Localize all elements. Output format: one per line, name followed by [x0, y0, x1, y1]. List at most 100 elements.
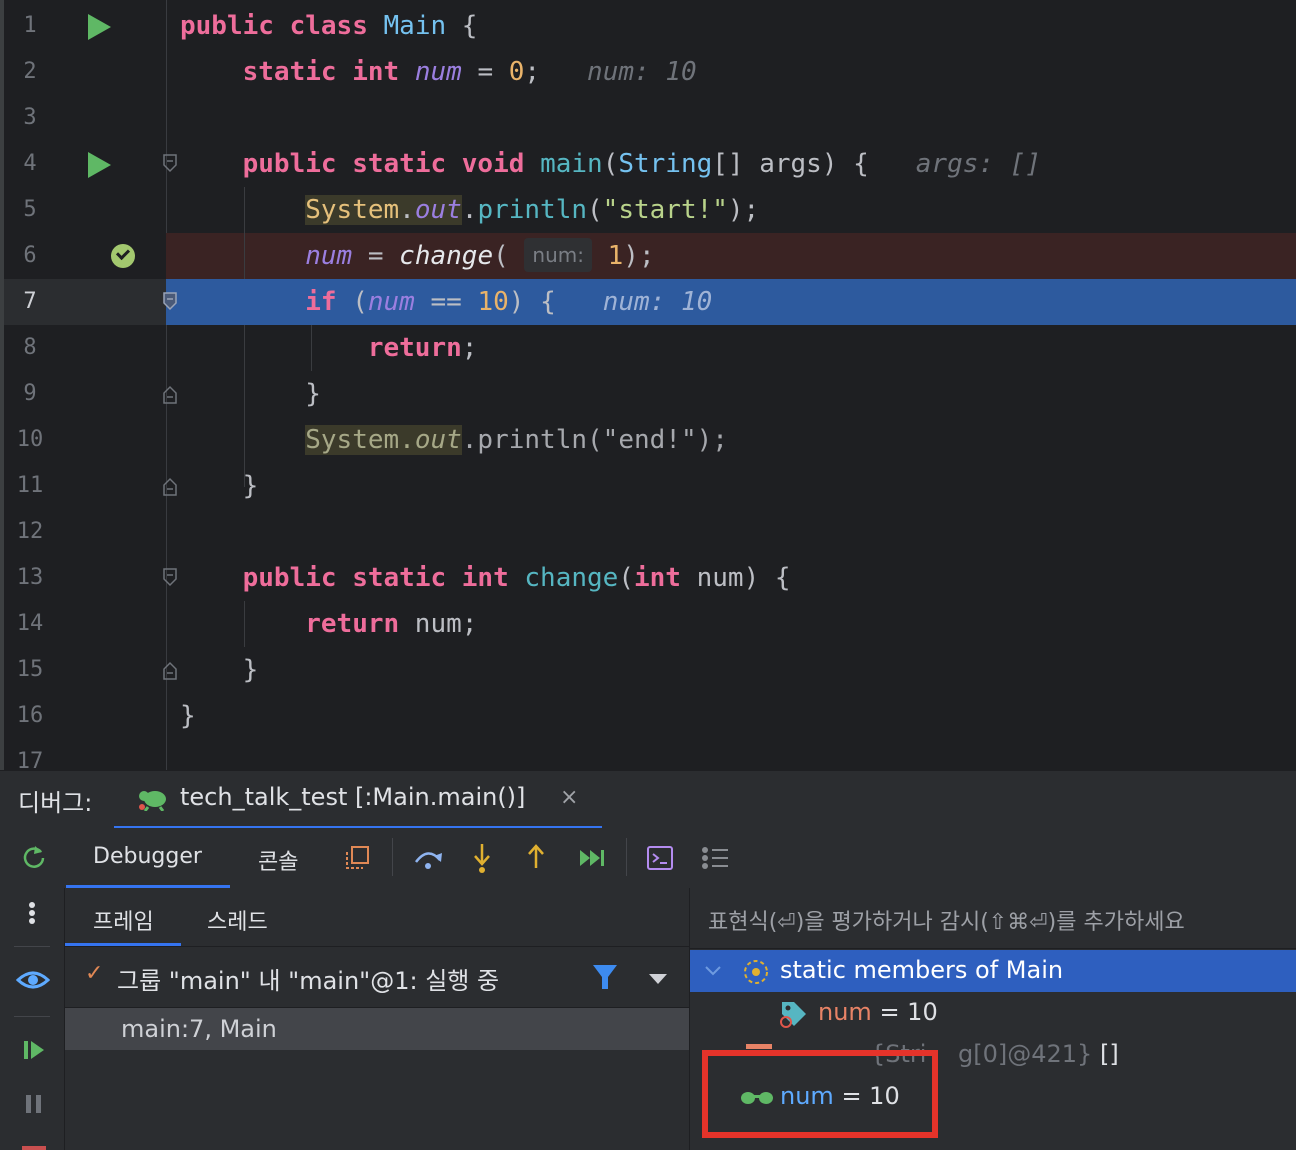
code-editor[interactable]: 1 public class Main { 2 static int num =…: [0, 0, 1296, 770]
code-line-14[interactable]: 14 return num;: [0, 601, 1296, 647]
tab-debugger[interactable]: Debugger: [66, 828, 230, 888]
debug-session-tab[interactable]: tech_talk_test [:Main.main()] ×: [114, 771, 602, 829]
run-icon[interactable]: [88, 152, 111, 178]
indent-guide: [244, 325, 245, 487]
step-over-icon[interactable]: [412, 844, 444, 872]
gutter[interactable]: 17: [4, 739, 166, 770]
args-value-partial-2: g[0]@421} []: [958, 1040, 1119, 1068]
show-execution-point-icon[interactable]: [344, 844, 372, 872]
more-options-icon[interactable]: [24, 900, 40, 928]
args-value-fragment-2: g[0]@421}: [958, 1040, 1093, 1068]
tab-console[interactable]: 콘솔: [258, 844, 298, 876]
stop-icon[interactable]: [22, 1146, 46, 1150]
code-line-12[interactable]: 12: [0, 509, 1296, 555]
gutter[interactable]: 5: [4, 187, 166, 233]
layout-settings-icon[interactable]: [700, 844, 730, 872]
parameter-hint: num:: [524, 238, 592, 272]
inline-value-hint: num: 10: [587, 57, 697, 87]
code-line-9[interactable]: 9 }: [0, 371, 1296, 417]
evaluate-expression-field[interactable]: 표현식(⏎)을 평가하거나 감시(⇧⌘⏎)를 추가하세요: [690, 888, 1296, 949]
fold-open-icon[interactable]: [162, 153, 178, 175]
code-line-2[interactable]: 2 static int num = 0; num: 10: [0, 49, 1296, 95]
gutter[interactable]: 14: [4, 601, 166, 647]
indent-guide: [311, 325, 312, 371]
code-line-17[interactable]: 17: [0, 739, 1296, 770]
tree-row-static-num[interactable]: num = 10: [690, 992, 1296, 1034]
gutter[interactable]: 4: [4, 141, 177, 187]
line-number: 13: [16, 565, 44, 590]
code-line-4[interactable]: 4 public static void main(String[] args)…: [0, 141, 1296, 187]
indent-guide: [244, 187, 245, 279]
line-number: 4: [23, 151, 37, 176]
gutter[interactable]: 1: [4, 3, 166, 49]
code-line-7[interactable]: 7 if (num == 10) { num: 10: [0, 279, 1296, 325]
line-number: 6: [23, 243, 37, 268]
evaluate-expression-icon[interactable]: [646, 844, 674, 872]
tab-frames-underline: [65, 943, 181, 946]
code-line-11[interactable]: 11 }: [0, 463, 1296, 509]
strip-separator: [14, 946, 50, 947]
thread-selector[interactable]: ✓ 그룹 "main" 내 "main"@1: 실행 중: [65, 947, 689, 1008]
fold-open-icon[interactable]: [162, 291, 178, 313]
line-number: 11: [16, 473, 44, 498]
inline-value-hint: num: 10: [602, 287, 713, 317]
variable-name: num: [818, 998, 872, 1026]
code-line-16[interactable]: 16 }: [0, 693, 1296, 739]
toolbar-separator: [626, 838, 627, 876]
close-icon[interactable]: ×: [560, 785, 578, 810]
rerun-icon[interactable]: [20, 843, 48, 871]
highlight-annotation-box: [702, 1050, 938, 1138]
field-tag-icon: [780, 1002, 806, 1028]
gutter[interactable]: 7: [4, 279, 177, 325]
debug-tool-window-header: 디버그: tech_talk_test [:Main.main()] ×: [0, 770, 1296, 829]
gutter[interactable]: 3: [4, 95, 166, 141]
gutter[interactable]: 9: [4, 371, 177, 417]
line-number: 10: [16, 427, 44, 452]
tab-frames[interactable]: 프레임: [93, 904, 154, 936]
gutter[interactable]: 15: [4, 647, 177, 693]
tree-row-static-members[interactable]: static members of Main: [690, 950, 1296, 992]
gutter[interactable]: 6: [4, 233, 166, 279]
gutter[interactable]: 12: [4, 509, 166, 555]
fold-open-icon[interactable]: [162, 567, 178, 589]
chevron-down-icon[interactable]: [649, 974, 667, 984]
inline-value-hint: args: []: [915, 149, 1041, 179]
pause-icon[interactable]: [22, 1092, 46, 1116]
run-icon[interactable]: [88, 14, 111, 40]
fold-close-icon[interactable]: [162, 659, 178, 681]
filter-icon-stem: [602, 977, 608, 989]
gutter[interactable]: 8: [4, 325, 166, 371]
fold-close-icon[interactable]: [162, 383, 178, 405]
code-line-6[interactable]: 6 num = change( num: 1);: [0, 233, 1296, 279]
code-text: }: [180, 379, 321, 409]
view-breakpoints-eye-icon[interactable]: [16, 968, 50, 992]
thread-label: 그룹 "main" 내 "main"@1: 실행 중: [117, 967, 500, 995]
gutter[interactable]: 2: [4, 49, 166, 95]
line-number: 2: [23, 59, 37, 84]
code-line-1[interactable]: 1 public class Main {: [0, 3, 1296, 49]
code-line-8[interactable]: 8 return;: [0, 325, 1296, 371]
step-into-icon[interactable]: [470, 842, 494, 874]
chevron-down-icon[interactable]: [704, 964, 722, 978]
code-line-13[interactable]: 13 public static int change(int num) {: [0, 555, 1296, 601]
fold-close-icon[interactable]: [162, 475, 178, 497]
step-out-icon[interactable]: [524, 842, 548, 874]
stack-frame-row[interactable]: main:7, Main: [65, 1008, 689, 1050]
code-line-15[interactable]: 15 }: [0, 647, 1296, 693]
code-line-10[interactable]: 10 System.out.println("end!");: [0, 417, 1296, 463]
line-number: 15: [16, 657, 44, 682]
gutter[interactable]: 10: [4, 417, 166, 463]
code-line-3[interactable]: 3: [0, 95, 1296, 141]
indent-guide: [244, 601, 245, 647]
run-to-cursor-icon[interactable]: [578, 846, 606, 870]
breakpoint-verified-icon[interactable]: [111, 244, 135, 268]
code-text: public class Main {: [180, 11, 478, 41]
gutter[interactable]: 11: [4, 463, 177, 509]
variable-value: = 10: [871, 998, 938, 1026]
strip-separator: [14, 1016, 50, 1017]
code-line-5[interactable]: 5 System.out.println("start!");: [0, 187, 1296, 233]
resume-icon[interactable]: [22, 1038, 46, 1062]
tab-threads[interactable]: 스레드: [207, 904, 268, 936]
gutter[interactable]: 13: [4, 555, 177, 601]
gutter[interactable]: 16: [4, 693, 166, 739]
